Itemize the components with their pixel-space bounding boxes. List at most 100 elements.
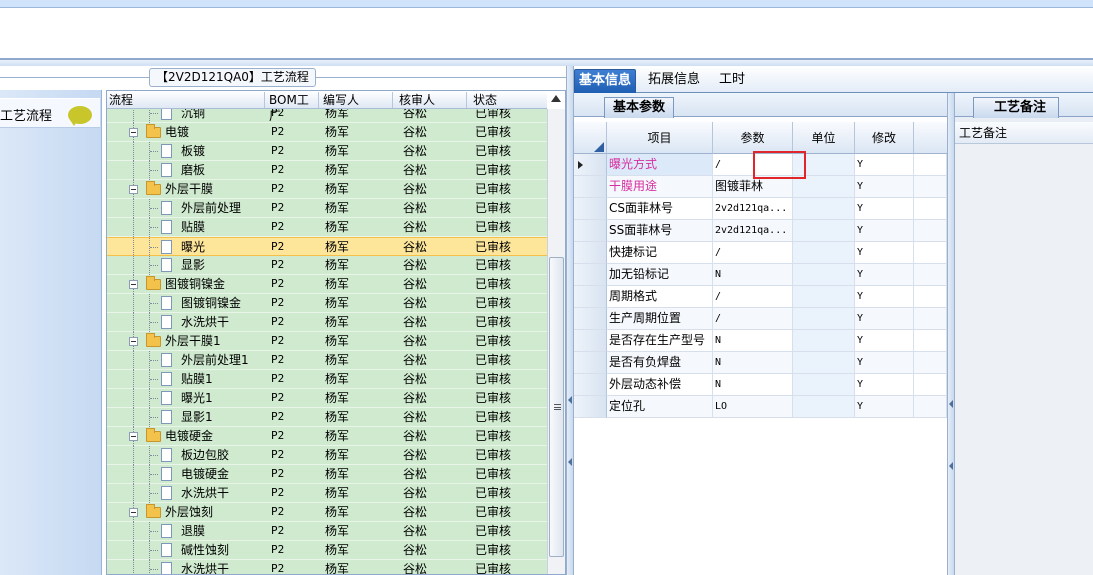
param-modify-cell[interactable]: Y xyxy=(855,220,914,242)
tab-basic-info[interactable]: 基本信息 xyxy=(574,69,637,93)
param-modify-cell[interactable]: Y xyxy=(855,242,914,264)
param-unit-cell[interactable] xyxy=(793,330,855,352)
tree-row[interactable]: 贴膜 P2 杨军 谷松 已审核 xyxy=(107,218,547,237)
col-status-header[interactable]: 状态 xyxy=(471,92,547,108)
tree-row[interactable]: 曝光 P2 杨军 谷松 已审核 xyxy=(107,237,547,257)
collapse-left-icon[interactable] xyxy=(949,462,953,470)
tree-row[interactable]: 显影 P2 杨军 谷松 已审核 xyxy=(107,256,547,275)
param-row[interactable]: CS面菲林号 2v2d121qa... Y xyxy=(574,198,947,220)
tree-node-label[interactable]: 外层蚀刻 xyxy=(165,504,213,520)
tree-node-label[interactable]: 贴膜1 xyxy=(181,371,213,387)
collapse-left-icon[interactable] xyxy=(568,458,572,466)
param-row[interactable]: 是否有负焊盘 N Y xyxy=(574,352,947,374)
tab-basic-params[interactable]: 基本参数 xyxy=(604,97,675,118)
tree-row[interactable]: 电镀硬金 P2 杨军 谷松 已审核 xyxy=(107,427,547,446)
param-modify-cell[interactable]: Y xyxy=(855,264,914,286)
tree-node-label[interactable]: 碱性蚀刻 xyxy=(181,542,229,558)
col-flow-header[interactable]: 流程 xyxy=(107,92,265,108)
tab-process-remark[interactable]: 工艺备注 xyxy=(973,97,1060,118)
sort-up-icon[interactable] xyxy=(551,95,561,102)
col-modify-header[interactable]: 修改 xyxy=(855,122,914,154)
param-unit-cell[interactable] xyxy=(793,198,855,220)
tree-node-label[interactable]: 外层干膜 xyxy=(165,181,213,197)
tree-row[interactable]: 外层干膜1 P2 杨军 谷松 已审核 xyxy=(107,332,547,351)
param-modify-cell[interactable]: Y xyxy=(855,154,914,176)
param-value-cell[interactable]: 2v2d121qa... xyxy=(713,198,793,220)
tree-node-label[interactable]: 曝光1 xyxy=(181,390,213,406)
tree-node-label[interactable]: 外层前处理 xyxy=(181,200,241,216)
param-modify-cell[interactable]: Y xyxy=(855,308,914,330)
tree-node-label[interactable]: 显影1 xyxy=(181,409,213,425)
tree-node-label[interactable]: 电镀硬金 xyxy=(165,428,213,444)
tree-row[interactable]: 电镀 P2 杨军 谷松 已审核 xyxy=(107,123,547,142)
tree-row[interactable]: 图镀铜镍金 P2 杨军 谷松 已审核 xyxy=(107,275,547,294)
row-indicator[interactable] xyxy=(574,242,607,264)
tree-node-label[interactable]: 外层前处理1 xyxy=(181,352,249,368)
col-checker-header[interactable]: 核审人 xyxy=(397,92,467,108)
row-indicator[interactable] xyxy=(574,220,607,242)
param-row[interactable]: 周期格式 / Y xyxy=(574,286,947,308)
param-modify-cell[interactable]: Y xyxy=(855,286,914,308)
tree-node-label[interactable]: 板边包胶 xyxy=(181,447,229,463)
collapse-icon[interactable] xyxy=(129,280,138,289)
param-value-cell[interactable]: N xyxy=(713,330,793,352)
tree-node-label[interactable]: 水洗烘干 xyxy=(181,561,229,574)
tree-node-label[interactable]: 图镀铜镍金 xyxy=(165,276,225,292)
vertical-splitter-right[interactable] xyxy=(947,90,955,575)
grid-corner[interactable] xyxy=(574,122,607,154)
col-unit-header[interactable]: 单位 xyxy=(793,122,855,154)
param-unit-cell[interactable] xyxy=(793,396,855,418)
tree-node-label[interactable]: 外层干膜1 xyxy=(165,333,221,349)
param-unit-cell[interactable] xyxy=(793,286,855,308)
tab-extended-info[interactable]: 拓展信息 xyxy=(644,69,704,93)
param-row[interactable]: 加无铅标记 N Y xyxy=(574,264,947,286)
tree-row[interactable]: 退膜 P2 杨军 谷松 已审核 xyxy=(107,522,547,541)
param-unit-cell[interactable] xyxy=(793,374,855,396)
param-modify-cell[interactable]: Y xyxy=(855,176,914,198)
param-modify-cell[interactable]: Y xyxy=(855,198,914,220)
tree-row[interactable]: 碱性蚀刻 P2 杨军 谷松 已审核 xyxy=(107,541,547,560)
tree-row[interactable]: 图镀铜镍金 P2 杨军 谷松 已审核 xyxy=(107,294,547,313)
param-modify-cell[interactable]: Y xyxy=(855,374,914,396)
param-unit-cell[interactable] xyxy=(793,352,855,374)
tree-node-label[interactable]: 图镀铜镍金 xyxy=(181,295,241,311)
param-value-cell[interactable]: N xyxy=(713,374,793,396)
param-value-cell[interactable]: 2v2d121qa... xyxy=(713,220,793,242)
tree-row[interactable]: 外层蚀刻 P2 杨军 谷松 已审核 xyxy=(107,503,547,522)
param-row[interactable]: 外层动态补偿 N Y xyxy=(574,374,947,396)
col-writer-header[interactable]: 编写人 xyxy=(321,92,393,108)
param-row[interactable]: 定位孔 LO Y xyxy=(574,396,947,418)
tree-node-label[interactable]: 电镀硬金 xyxy=(181,466,229,482)
row-indicator[interactable] xyxy=(574,198,607,220)
row-indicator[interactable] xyxy=(574,286,607,308)
scrollbar-thumb[interactable] xyxy=(549,257,564,557)
param-unit-cell[interactable] xyxy=(793,242,855,264)
collapse-left-icon[interactable] xyxy=(568,396,572,404)
tree-row[interactable]: 水洗烘干 P2 杨军 谷松 已审核 xyxy=(107,560,547,574)
param-row[interactable]: 生产周期位置 / Y xyxy=(574,308,947,330)
row-indicator[interactable] xyxy=(574,330,607,352)
param-value-cell[interactable]: / xyxy=(713,242,793,264)
row-indicator[interactable] xyxy=(574,308,607,330)
tree-scrollbar[interactable] xyxy=(547,109,565,574)
param-row[interactable]: SS面菲林号 2v2d121qa... Y xyxy=(574,220,947,242)
collapse-icon[interactable] xyxy=(129,432,138,441)
row-indicator[interactable] xyxy=(574,352,607,374)
collapse-left-icon[interactable] xyxy=(949,400,953,408)
tree-row[interactable]: 板镀 P2 杨军 谷松 已审核 xyxy=(107,142,547,161)
param-modify-cell[interactable]: Y xyxy=(855,330,914,352)
vertical-splitter-left[interactable] xyxy=(566,66,574,575)
remark-textarea[interactable] xyxy=(955,144,1093,575)
row-indicator[interactable] xyxy=(574,176,607,198)
collapse-icon[interactable] xyxy=(129,128,138,137)
param-value-cell[interactable]: N xyxy=(713,264,793,286)
tree-node-label[interactable]: 退膜 xyxy=(181,523,205,539)
tree-row[interactable]: 外层干膜 P2 杨军 谷松 已审核 xyxy=(107,180,547,199)
tree-node-label[interactable]: 板镀 xyxy=(181,143,205,159)
tree-row[interactable]: 贴膜1 P2 杨军 谷松 已审核 xyxy=(107,370,547,389)
tree-node-label[interactable]: 显影 xyxy=(181,257,205,273)
tree-row[interactable]: 水洗烘干 P2 杨军 谷松 已审核 xyxy=(107,313,547,332)
param-unit-cell[interactable] xyxy=(793,308,855,330)
param-row[interactable]: 快捷标记 / Y xyxy=(574,242,947,264)
tree-row[interactable]: 显影1 P2 杨军 谷松 已审核 xyxy=(107,408,547,427)
